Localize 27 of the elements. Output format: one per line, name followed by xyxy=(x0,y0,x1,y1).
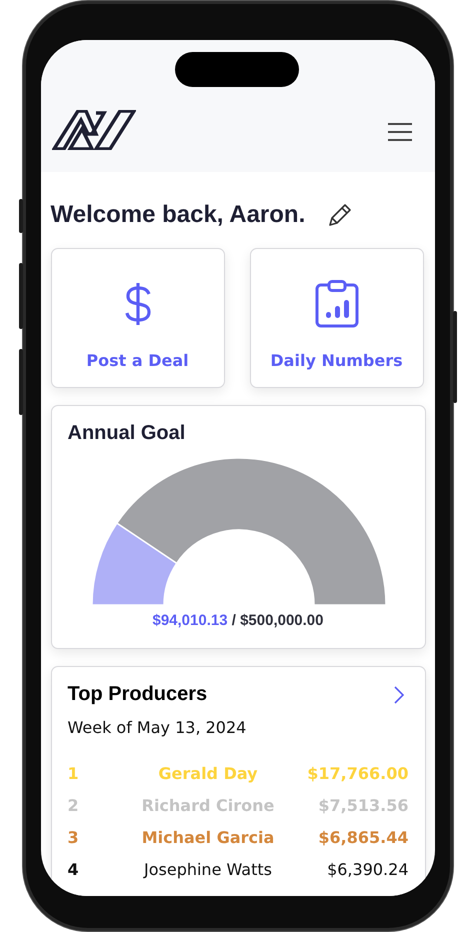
current-amount: $94,010.13 xyxy=(152,612,228,629)
clipboard-chart-icon xyxy=(314,280,358,328)
dollar-icon xyxy=(122,282,152,326)
week-label: Week of May 13, 2024 xyxy=(68,718,248,737)
producer-name: Josephine Watts xyxy=(144,860,272,878)
producer-name: Gerald Day xyxy=(158,764,258,782)
sales-amount: $6,390.24 xyxy=(327,860,408,878)
sales-amount: $6,865.44 xyxy=(318,828,408,846)
sales-amount: $17,766.00 xyxy=(307,764,408,782)
rank-number: 4 xyxy=(68,860,79,878)
welcome-heading: Welcome back, Aaron. xyxy=(50,201,306,229)
target-amount: $500,000.00 xyxy=(240,612,324,629)
rank-number: 2 xyxy=(68,796,79,814)
separator: / xyxy=(230,612,237,629)
logo-icon xyxy=(52,110,136,150)
action-card[interactable]: Daily Numbers xyxy=(250,248,424,388)
rank-number: 3 xyxy=(68,828,79,846)
menu-button[interactable] xyxy=(386,122,412,142)
sales-amount: $7,513.56 xyxy=(318,796,408,814)
card-title: Annual Goal xyxy=(68,422,186,445)
edit-icon[interactable] xyxy=(327,202,354,228)
card-title: Top Producers xyxy=(68,683,208,706)
producer-name: Richard Cirone xyxy=(142,796,274,814)
producer-name: Michael Garcia xyxy=(142,828,274,846)
chevron-right-icon[interactable] xyxy=(392,684,404,704)
rank-number: 1 xyxy=(68,764,79,782)
action-card[interactable]: Post a Deal xyxy=(50,248,224,388)
